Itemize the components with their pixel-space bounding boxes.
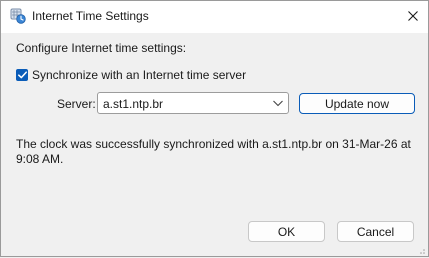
close-icon bbox=[408, 10, 418, 24]
settings-heading: Configure Internet time settings: bbox=[16, 41, 187, 55]
sync-checkbox-label[interactable]: Synchronize with an Internet time server bbox=[32, 68, 246, 82]
internet-time-settings-dialog: Internet Time Settings Configure Interne… bbox=[0, 0, 429, 257]
close-button[interactable] bbox=[398, 1, 428, 32]
title-bar[interactable]: Internet Time Settings bbox=[1, 1, 428, 33]
cancel-button[interactable]: Cancel bbox=[337, 221, 414, 242]
checkmark-icon bbox=[17, 71, 27, 79]
ok-button[interactable]: OK bbox=[248, 221, 325, 242]
server-label: Server: bbox=[57, 97, 96, 111]
resize-grip-icon[interactable] bbox=[416, 244, 426, 254]
server-value[interactable]: a.st1.ntp.br bbox=[103, 97, 163, 111]
sync-status-message: The clock was successfully synchronized … bbox=[16, 137, 411, 166]
sync-checkbox-row[interactable]: Synchronize with an Internet time server bbox=[16, 68, 246, 82]
window-title: Internet Time Settings bbox=[32, 9, 149, 23]
update-now-button[interactable]: Update now bbox=[299, 93, 415, 114]
server-combobox[interactable]: a.st1.ntp.br bbox=[97, 92, 289, 114]
sync-checkbox[interactable] bbox=[16, 69, 28, 81]
chevron-down-icon[interactable] bbox=[272, 97, 284, 109]
clock-globe-icon bbox=[10, 8, 26, 24]
